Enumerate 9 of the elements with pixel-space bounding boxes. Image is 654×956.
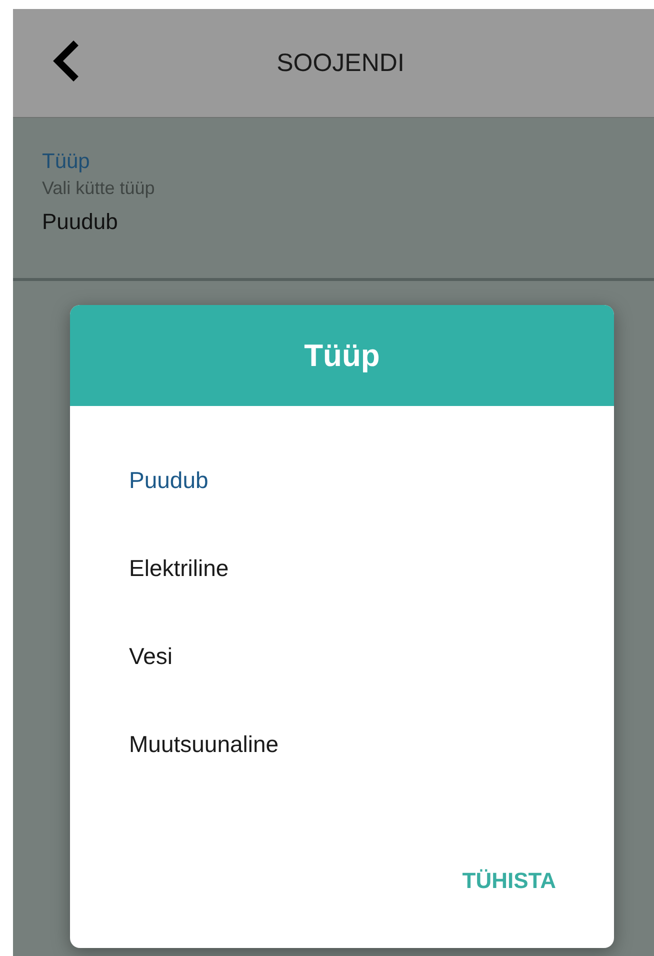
option-item[interactable]: Muutsuunaline (129, 700, 279, 788)
option-item[interactable]: Vesi (129, 612, 172, 700)
option-item[interactable]: Puudub (129, 436, 208, 524)
setting-hint: Vali kütte tüüp (42, 178, 155, 199)
option-item[interactable]: Elektriline (129, 524, 229, 612)
dialog-title: Tüüp (70, 305, 614, 406)
screen-title: SOOJENDI (276, 48, 404, 78)
setting-value[interactable]: Puudub (42, 209, 118, 235)
setting-label: Tüüp (42, 150, 90, 174)
